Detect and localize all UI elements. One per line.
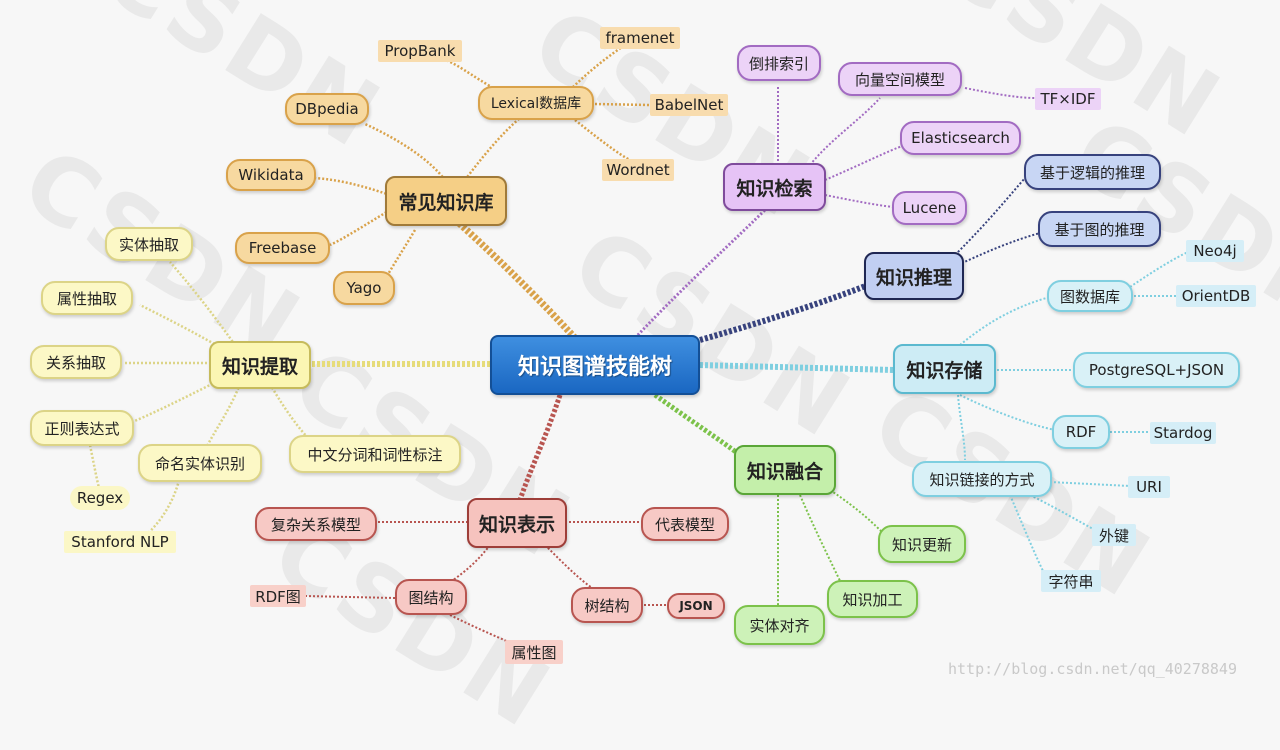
representation-item-graph-structure[interactable]: 图结构 — [395, 579, 467, 615]
storage-item-rdf[interactable]: RDF — [1052, 415, 1110, 449]
extraction-item-ner[interactable]: 命名实体识别 — [138, 444, 262, 482]
watermark-url: http://blog.csdn.net/qq_40278849 — [948, 660, 1237, 678]
storage-item-graph-database[interactable]: 图数据库 — [1047, 280, 1133, 312]
lexical-db-node[interactable]: Lexical数据库 — [478, 86, 594, 120]
representation-item-representative-model[interactable]: 代表模型 — [641, 507, 729, 541]
regex-item-regex[interactable]: Regex — [70, 486, 130, 510]
reasoning-item-logic[interactable]: 基于逻辑的推理 — [1024, 154, 1161, 190]
graph-item-property-graph[interactable]: 属性图 — [505, 640, 563, 664]
regex-item-stanford-nlp[interactable]: Stanford NLP — [64, 531, 176, 553]
extraction-item-attribute[interactable]: 属性抽取 — [41, 281, 133, 315]
representation-item-complex-relation-model[interactable]: 复杂关系模型 — [255, 507, 377, 541]
rdf-item-stardog[interactable]: Stardog — [1150, 422, 1216, 444]
extraction-item-entity[interactable]: 实体抽取 — [105, 227, 193, 261]
kb-item-wikidata[interactable]: Wikidata — [226, 159, 316, 191]
branch-knowledge-reasoning[interactable]: 知识推理 — [864, 252, 964, 300]
link-item-uri[interactable]: URI — [1128, 476, 1170, 498]
reasoning-item-graph[interactable]: 基于图的推理 — [1038, 211, 1161, 247]
link-center-storage — [699, 362, 896, 373]
retrieval-item-lucene[interactable]: Lucene — [892, 191, 967, 225]
branch-knowledge-fusion[interactable]: 知识融合 — [734, 445, 836, 495]
graph-item-rdf-graph[interactable]: RDF图 — [250, 585, 306, 607]
vsm-item-tfidf[interactable]: TF×IDF — [1035, 88, 1101, 110]
branch-knowledge-retrieval[interactable]: 知识检索 — [723, 163, 826, 211]
lexical-item-babelnet[interactable]: BabelNet — [650, 94, 728, 116]
fusion-item-update[interactable]: 知识更新 — [878, 525, 966, 563]
kb-item-freebase[interactable]: Freebase — [235, 232, 330, 264]
retrieval-item-inverted-index[interactable]: 倒排索引 — [737, 45, 821, 81]
kb-item-dbpedia[interactable]: DBpedia — [285, 93, 369, 125]
link-center-fusion — [653, 392, 742, 458]
representation-item-tree-structure[interactable]: 树结构 — [571, 587, 643, 623]
retrieval-item-vector-space-model[interactable]: 向量空间模型 — [838, 62, 962, 96]
lexical-item-framenet[interactable]: framenet — [600, 27, 680, 49]
lexical-item-wordnet[interactable]: Wordnet — [602, 159, 674, 181]
retrieval-item-elasticsearch[interactable]: Elasticsearch — [900, 121, 1021, 155]
graphdb-item-orientdb[interactable]: OrientDB — [1176, 285, 1256, 307]
reasoning-connectors — [954, 177, 1041, 266]
link-center-representation — [517, 394, 563, 501]
root-node[interactable]: 知识图谱技能树 — [490, 335, 700, 395]
link-center-retrieval — [633, 203, 772, 340]
link-item-string[interactable]: 字符串 — [1041, 570, 1101, 592]
branch-knowledge-extraction[interactable]: 知识提取 — [209, 341, 311, 389]
kb-item-yago[interactable]: Yago — [333, 271, 395, 305]
storage-item-link-methods[interactable]: 知识链接的方式 — [912, 461, 1052, 497]
branch-knowledge-bases[interactable]: 常见知识库 — [385, 176, 507, 226]
branch-knowledge-representation[interactable]: 知识表示 — [467, 498, 567, 548]
extraction-item-segmentation-pos[interactable]: 中文分词和词性标注 — [289, 435, 461, 473]
fusion-item-processing[interactable]: 知识加工 — [827, 580, 918, 618]
link-item-foreign-key[interactable]: 外键 — [1092, 524, 1136, 546]
extraction-item-regex[interactable]: 正则表达式 — [30, 410, 134, 446]
storage-item-postgresql-json[interactable]: PostgreSQL+JSON — [1073, 352, 1240, 388]
branch-knowledge-storage[interactable]: 知识存储 — [893, 344, 996, 394]
link-center-kb — [447, 212, 578, 341]
extraction-item-relation[interactable]: 关系抽取 — [30, 345, 122, 379]
lexical-item-propbank[interactable]: PropBank — [378, 40, 462, 62]
tree-item-json[interactable]: JSON — [667, 593, 725, 619]
graphdb-item-neo4j[interactable]: Neo4j — [1186, 240, 1244, 262]
fusion-item-entity-alignment[interactable]: 实体对齐 — [734, 605, 825, 645]
link-center-reasoning — [699, 282, 870, 343]
